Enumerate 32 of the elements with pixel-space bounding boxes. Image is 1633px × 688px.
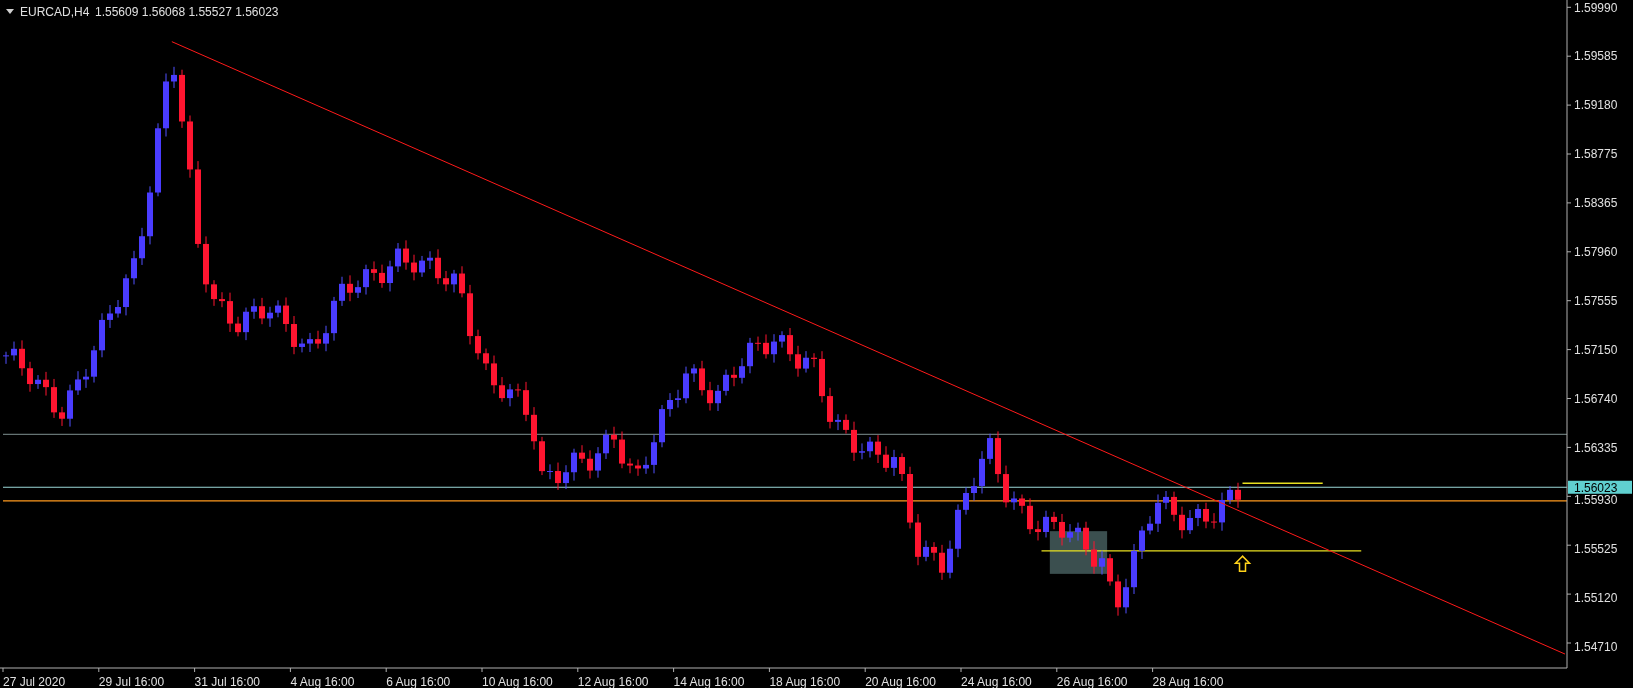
time-tick-label: 12 Aug 16:00 [577,675,649,688]
ohlc-values: 1.55609 1.56068 1.55527 1.56023 [95,5,279,19]
up-arrow-icon [1233,555,1252,572]
price-tick-label: 1.54710 [1574,639,1618,654]
price-tick-label: 1.57150 [1574,342,1618,357]
time-tick-label: 20 Aug 16:00 [865,675,936,688]
price-tick-label: 1.58365 [1574,196,1618,211]
dropdown-triangle-icon[interactable] [6,9,14,14]
time-tick-label: 18 Aug 16:00 [769,675,841,688]
price-tick-label: 1.58775 [1574,147,1618,162]
time-tick-label: 28 Aug 16:00 [1152,675,1224,688]
price-tick-label: 1.56740 [1574,391,1618,406]
price-tick-label: 1.55525 [1574,541,1618,556]
time-tick-label: 29 Jul 16:00 [98,675,165,688]
time-tick-label: 10 Aug 16:00 [482,675,553,688]
time-tick-label: 6 Aug 16:00 [386,675,451,688]
current-price-tag: 1.56023 [1568,480,1632,495]
time-tick-label: 27 Jul 2020 [3,675,66,688]
price-tick-label: 1.57555 [1574,293,1618,308]
price-tick-label: 1.59585 [1574,49,1618,64]
time-tick-label: 14 Aug 16:00 [673,675,745,688]
price-tick-label: 1.57960 [1574,245,1618,259]
time-tick-label: 31 Jul 16:00 [194,675,260,688]
price-tick-label: 1.56335 [1574,440,1618,455]
symbol-label: EURCAD,H4 [20,5,90,19]
price-tick-label: 1.59180 [1574,98,1618,113]
time-tick-label: 26 Aug 16:00 [1056,675,1128,688]
price-tick-label: 1.59990 [1574,0,1618,15]
price-tick-label: 1.55120 [1574,590,1618,605]
time-tick-label: 4 Aug 16:00 [290,675,355,688]
price-tick-label: 1.55930 [1574,493,1618,507]
time-tick-label: 24 Aug 16:00 [961,675,1032,688]
